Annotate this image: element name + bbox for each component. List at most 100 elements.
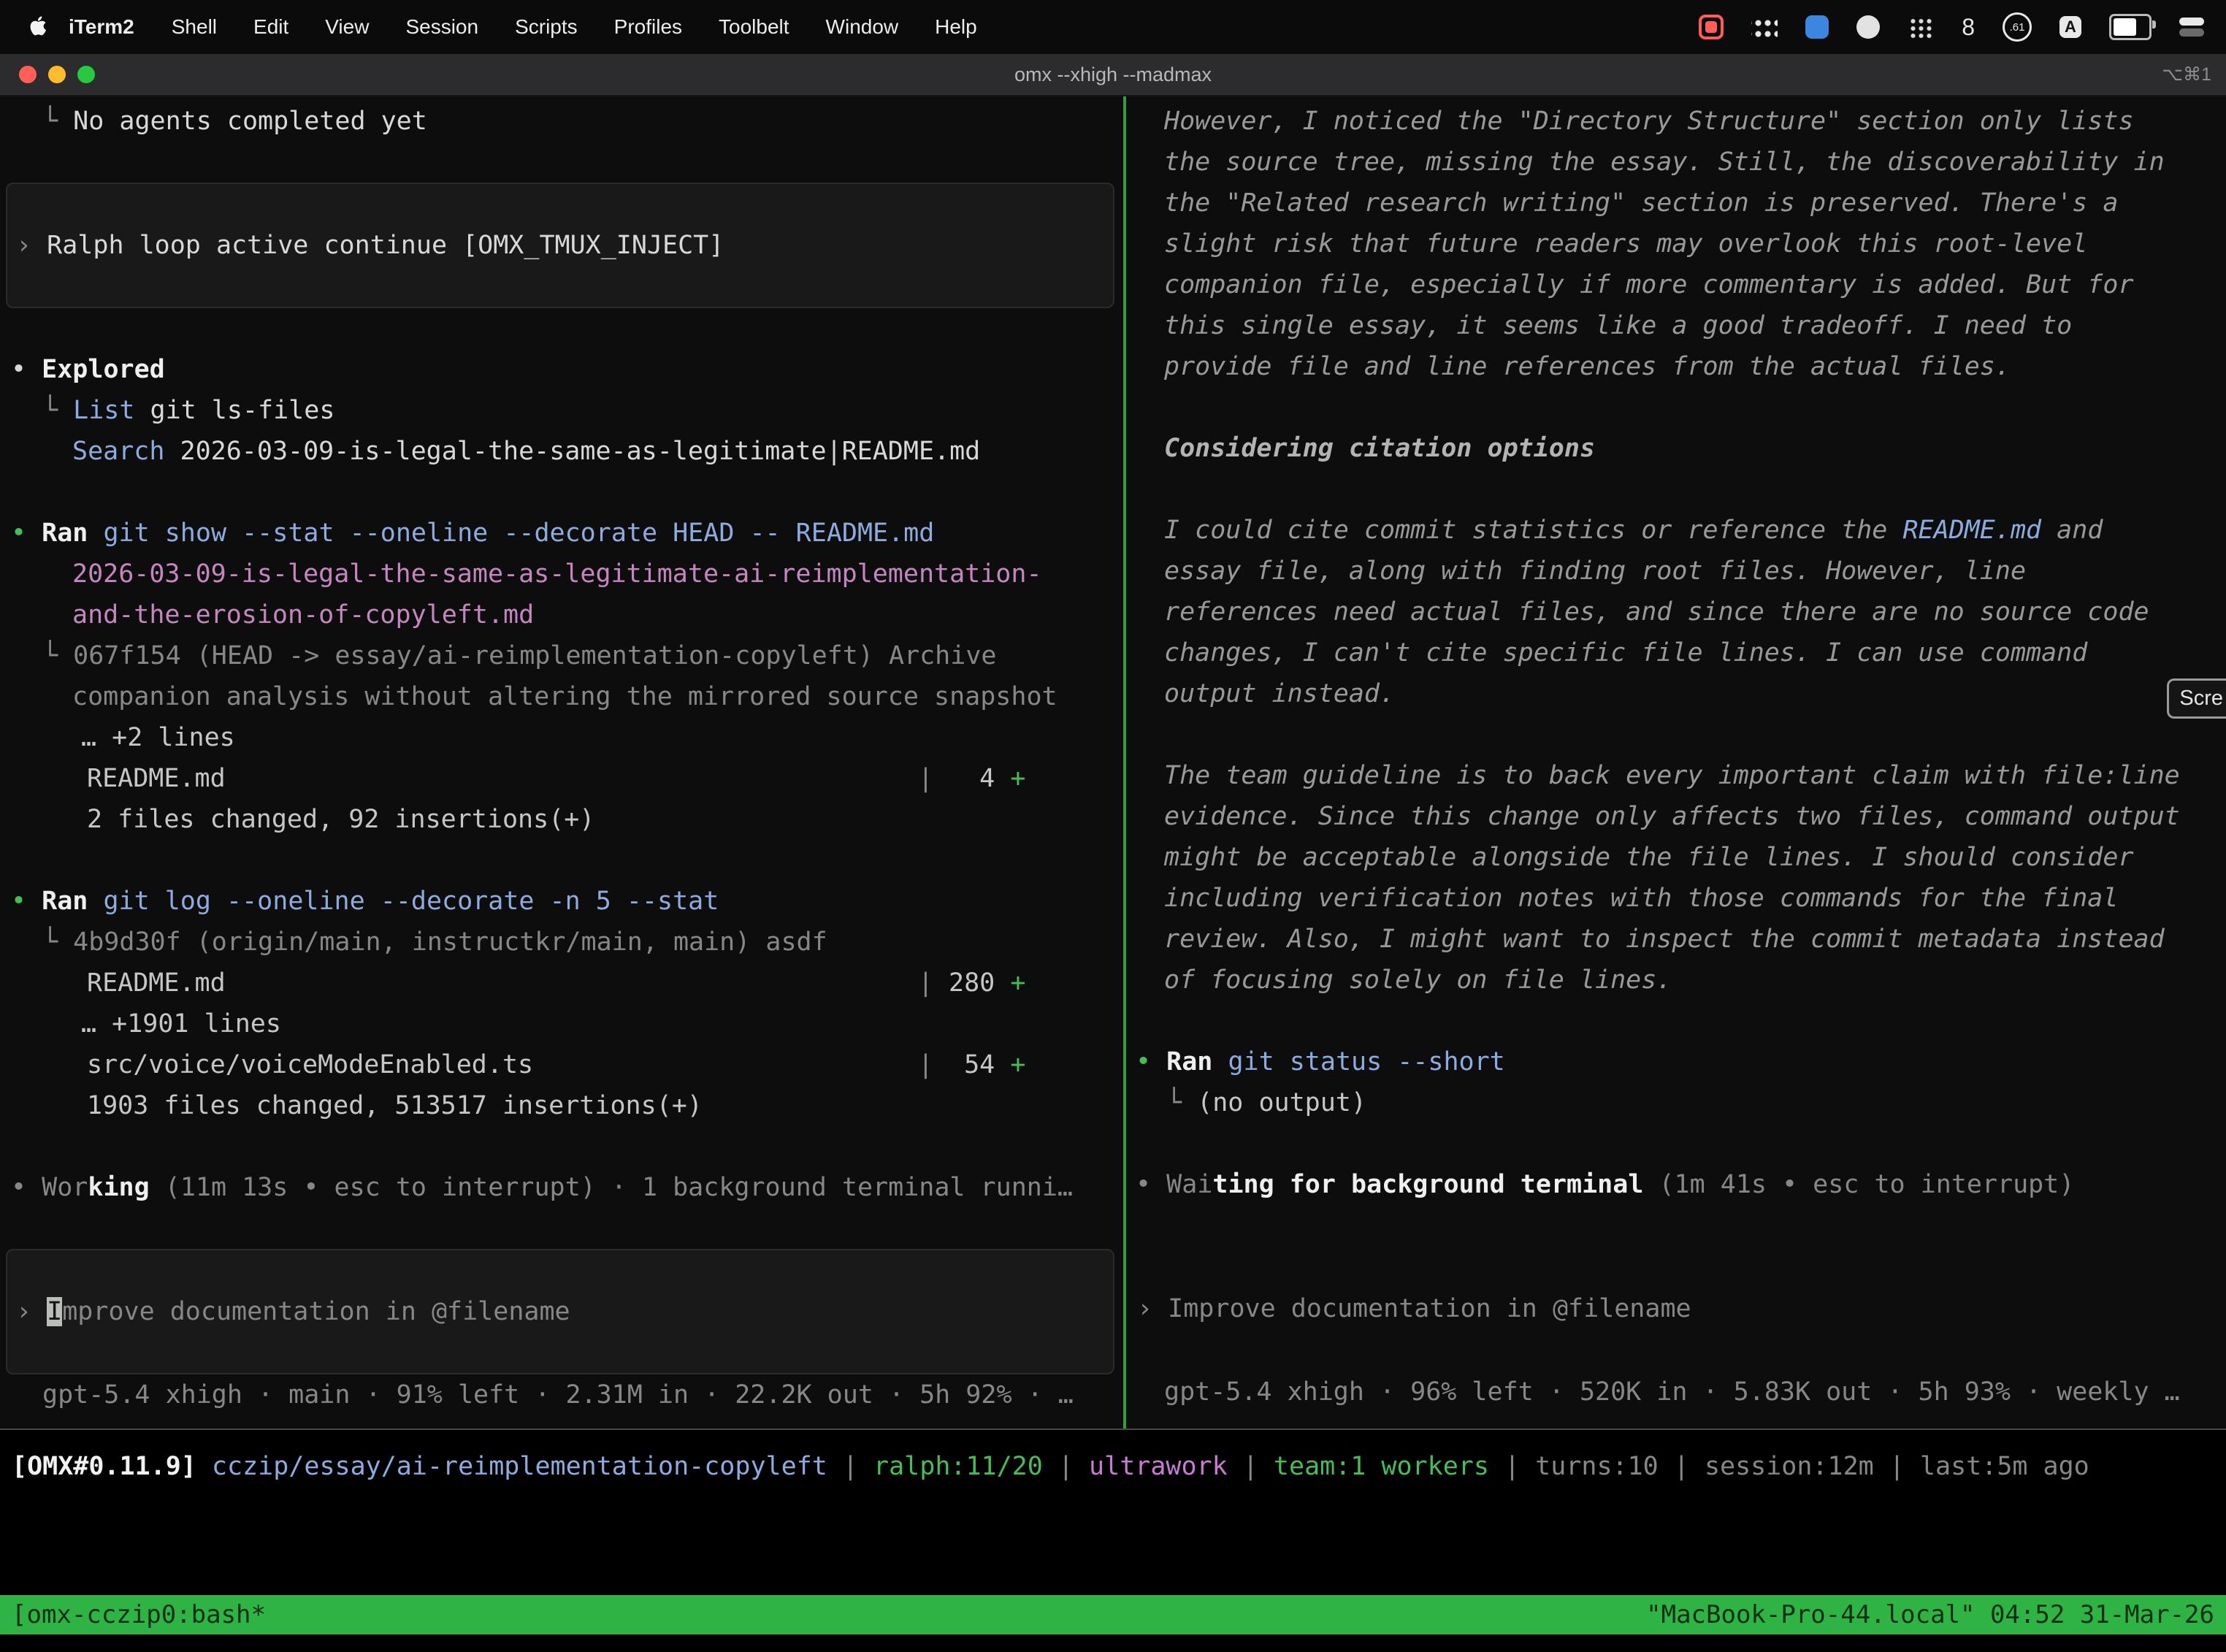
text-segment: cczip/essay/ai-reimplementation-copyleft: [212, 1452, 827, 1481]
bottom-strip: [0, 1634, 2226, 1652]
zoom-button[interactable]: [77, 66, 95, 83]
text-segment: └: [1166, 1088, 1197, 1117]
menu-view[interactable]: View: [307, 15, 387, 39]
text-segment: slight risk that future readers may over…: [1164, 229, 2087, 259]
text-segment: └: [42, 396, 73, 425]
text-segment: ralph:11/20: [873, 1452, 1043, 1481]
title-bar: omx --xhigh --madmax ⌥⌘1: [0, 54, 2226, 96]
text-segment: |: [1489, 1452, 1535, 1481]
text-segment: Ran: [42, 887, 103, 916]
text-segment: |: [918, 968, 933, 998]
window-title: omx --xhigh --madmax: [1014, 64, 1212, 86]
text-segment: companion analysis without altering the …: [72, 682, 1057, 711]
text-segment: └: [42, 928, 73, 957]
apple-menu[interactable]: [22, 16, 47, 39]
text-segment: provide file and line references from th…: [1164, 352, 2011, 381]
menu-bar: iTerm2 ShellEditViewSessionScriptsProfil…: [0, 0, 2226, 54]
command-input[interactable]: › Improve documentation in @filename: [1126, 1246, 2217, 1372]
working-status: • Working (11m 13s • esc to interrupt) ·…: [0, 1167, 1123, 1208]
terminal-line: The team guideline is to back every impo…: [1126, 755, 2226, 796]
text-segment: Ran: [1166, 1047, 1228, 1077]
menu-window[interactable]: Window: [808, 15, 917, 39]
text-segment: git log --oneline --decorate -n 5 --stat: [103, 887, 719, 916]
text-segment: |: [918, 764, 933, 793]
text-segment: evidence. Since this change only affects…: [1164, 802, 2180, 831]
close-button[interactable]: [19, 66, 37, 83]
text-segment: └: [42, 107, 73, 136]
terminal-line: … +2 lines: [0, 717, 1123, 758]
text-segment: |: [1874, 1452, 1920, 1481]
terminal-line: └ 067f154 (HEAD -> essay/ai-reimplementa…: [0, 635, 1123, 676]
blank-line: [0, 472, 1123, 513]
text-segment: last:5m ago: [1920, 1452, 2089, 1481]
text-segment: [226, 968, 918, 998]
right-pane[interactable]: However, I noticed the "Directory Struct…: [1126, 96, 2226, 1429]
notification-text: Scre: [2179, 687, 2223, 710]
minimize-button[interactable]: [48, 66, 66, 83]
screen-recording-icon[interactable]: [1699, 15, 1724, 39]
text-segment: |: [1228, 1452, 1274, 1481]
terminal-line: README.md | 4 +: [0, 758, 1123, 799]
menu-toolbelt[interactable]: Toolbelt: [700, 15, 808, 39]
text-segment: •: [1136, 1170, 1166, 1199]
menu-bar-status-icons: 8 .61 A: [1699, 12, 2204, 42]
text-segment: ›: [16, 1297, 47, 1326]
input-source-icon[interactable]: A: [2059, 16, 2081, 38]
menu-scripts[interactable]: Scripts: [497, 15, 596, 39]
eight-app-icon[interactable]: 8: [1962, 14, 1975, 41]
context-status-line: gpt-5.4 xhigh · 96% left · 520K in · 5.8…: [1126, 1372, 2226, 1412]
shield-app-icon[interactable]: [1856, 15, 1880, 39]
terminal-line: 2026-03-09-is-legal-the-same-as-legitima…: [0, 554, 1123, 594]
blank-line: [0, 840, 1123, 881]
text-segment: Wai: [1166, 1170, 1212, 1199]
dots-grid-icon[interactable]: [1908, 16, 1934, 38]
control-center-icon[interactable]: [2179, 18, 2204, 37]
menu-shell[interactable]: Shell: [153, 15, 235, 39]
command-input[interactable]: › Improve documentation in @filename: [6, 1249, 1114, 1374]
terminal-line: … +1901 lines: [0, 1003, 1123, 1044]
blue-app-icon[interactable]: [1805, 15, 1829, 39]
window-grid-icon[interactable]: [1751, 15, 1778, 39]
menu-edit[interactable]: Edit: [235, 15, 307, 39]
terminal-line: • Explored: [0, 349, 1123, 390]
terminal-line: └ No agents completed yet: [0, 101, 1123, 142]
thinking-heading: Considering citation options: [1126, 428, 2226, 469]
terminal-line: • Ran git show --stat --oneline --decora…: [0, 513, 1123, 554]
menu-help[interactable]: Help: [917, 15, 995, 39]
text-segment: |: [827, 1452, 873, 1481]
gauge-61-icon[interactable]: .61: [2003, 12, 2032, 42]
terminal-line: output instead.: [1126, 673, 2226, 714]
terminal-line: references need actual files, and since …: [1126, 592, 2226, 632]
text-segment: No agents completed yet: [73, 107, 427, 136]
terminal-line: evidence. Since this change only affects…: [1126, 796, 2226, 837]
text-segment: 2 files changed, 92 insertions(+): [87, 805, 594, 834]
tmux-status-bar: [omx-cczip0:bash* "MacBook-Pro-44.local"…: [0, 1595, 2226, 1634]
terminal-line: └ List git ls-files: [0, 390, 1123, 431]
text-segment: … +1901 lines: [81, 1009, 281, 1039]
terminal-line: review. Also, I might want to inspect th…: [1126, 919, 2226, 960]
menu-iterm2[interactable]: iTerm2: [47, 15, 153, 39]
text-segment: companion file, especially if more comme…: [1164, 270, 2134, 299]
tmux-host-time: "MacBook-Pro-44.local" 04:52 31-Mar-26: [1646, 1600, 2214, 1629]
terminal-line: └ (no output): [1126, 1082, 2226, 1123]
blank-line: [0, 1208, 1123, 1249]
text-segment: references need actual files, and since …: [1164, 597, 2149, 627]
text-segment: the "Related research writing" section i…: [1164, 188, 2118, 218]
text-segment: 280: [933, 968, 1010, 998]
text-segment: Ralph loop active continue [OMX_TMUX_INJ…: [47, 231, 724, 260]
text-segment: changes, I can't cite specific file line…: [1164, 638, 2087, 668]
text-segment: I could cite commit statistics or refere…: [1164, 516, 1902, 545]
menu-session[interactable]: Session: [387, 15, 497, 39]
blank-line: [1126, 1205, 2226, 1246]
terminal-line: and-the-erosion-of-copyleft.md: [0, 594, 1123, 635]
tmux-session-window: [omx-cczip0:bash*: [12, 1600, 266, 1629]
left-pane[interactable]: └ No agents completed yet › Ralph loop ac…: [0, 96, 1123, 1429]
text-segment: the source tree, missing the essay. Stil…: [1164, 148, 2165, 177]
text-segment: README.md: [87, 968, 226, 998]
battery-icon[interactable]: [2109, 14, 2152, 40]
terminal-line: companion file, especially if more comme…: [1126, 264, 2226, 305]
waiting-status: • Waiting for background terminal (1m 41…: [1126, 1164, 2226, 1205]
terminal-line: the source tree, missing the essay. Stil…: [1126, 142, 2226, 183]
notification-toast[interactable]: Scre: [2167, 678, 2226, 719]
menu-profiles[interactable]: Profiles: [596, 15, 700, 39]
